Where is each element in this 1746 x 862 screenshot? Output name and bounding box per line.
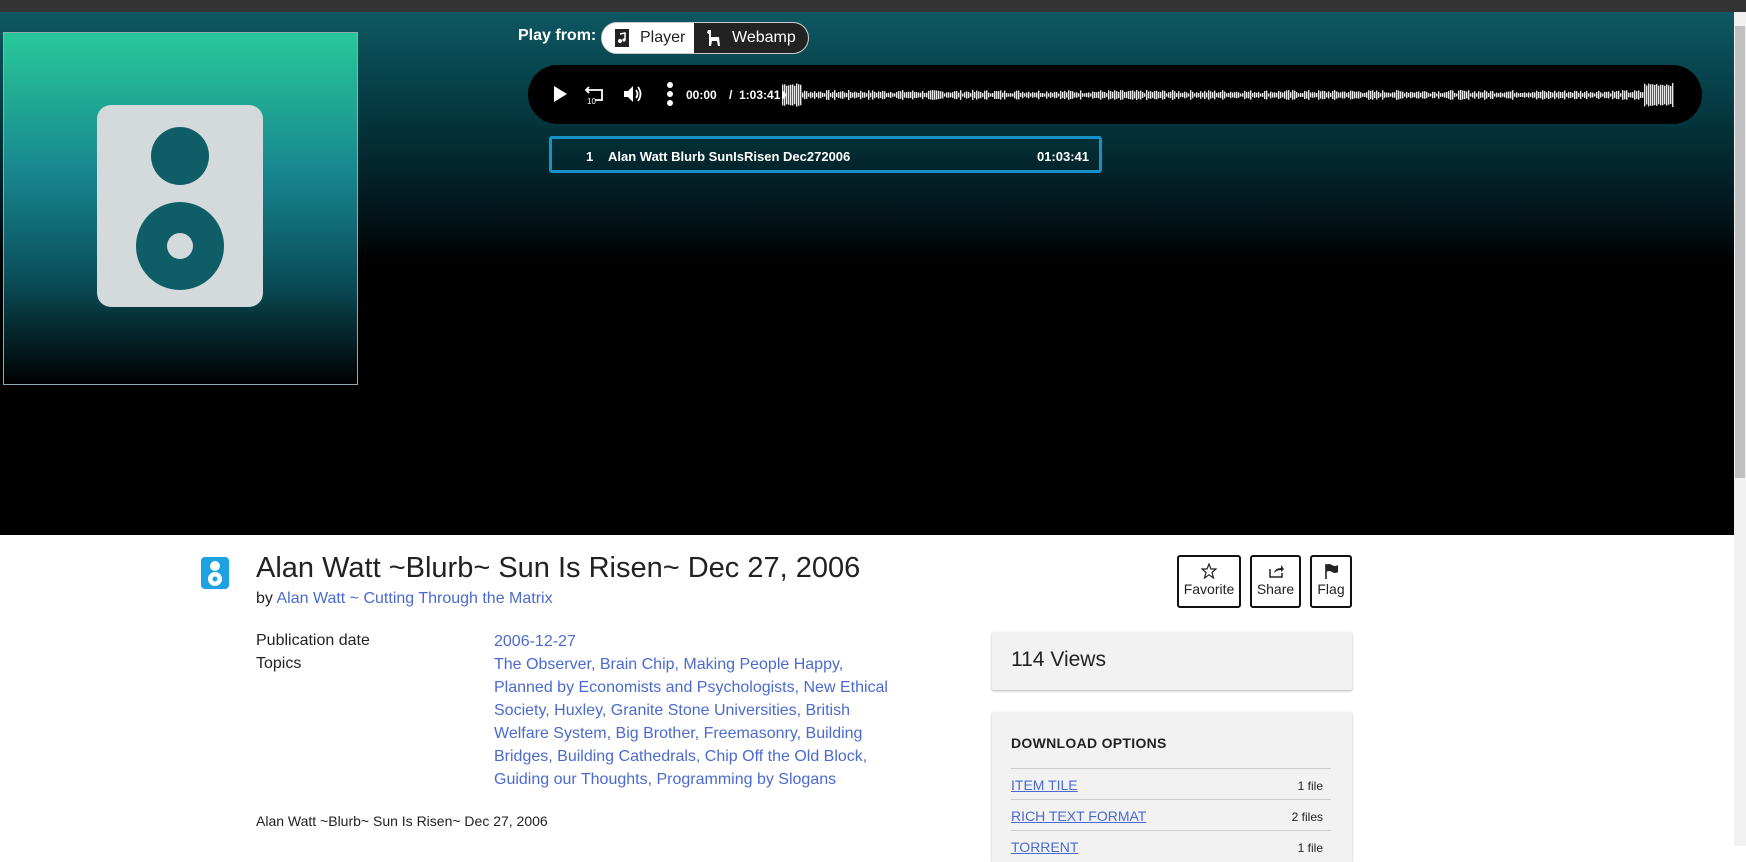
download-file-count: 2 files <box>1291 810 1323 824</box>
topic-link[interactable]: Chip Off the Old Block <box>705 748 863 765</box>
views-box: 114 Views <box>992 632 1352 690</box>
download-options-header: DOWNLOAD OPTIONS <box>1011 735 1167 751</box>
music-file-icon <box>615 29 629 47</box>
publication-date-label: Publication date <box>256 632 370 649</box>
share-label: Share <box>1256 581 1295 597</box>
download-file-count: 1 file <box>1297 779 1323 793</box>
more-options-icon[interactable] <box>666 81 674 107</box>
share-button[interactable]: Share <box>1250 555 1301 608</box>
topics-list: The Observer, Brain Chip, Making People … <box>494 656 888 788</box>
flag-label: Flag <box>1317 581 1345 597</box>
audio-item-icon <box>201 557 229 589</box>
share-icon <box>1268 565 1284 578</box>
download-row[interactable]: ITEM TILE 1 file <box>1011 768 1331 799</box>
waveform-scrubber[interactable] <box>782 70 1674 120</box>
track-duration: 01:03:41 <box>1036 149 1089 164</box>
views-count: 114 Views <box>1011 648 1106 671</box>
topic-link[interactable]: Granite Stone Universities <box>611 702 797 719</box>
playlist-track[interactable]: 1 Alan Watt Blurb SunIsRisen Dec272006 0… <box>549 136 1102 173</box>
item-description: Alan Watt ~Blurb~ Sun Is Risen~ Dec 27, … <box>256 813 548 829</box>
player-option-label: Player <box>640 29 686 46</box>
topic-link[interactable]: Huxley <box>554 702 602 719</box>
track-name: Alan Watt Blurb SunIsRisen Dec272006 <box>608 149 851 164</box>
total-time: 1:03:41 <box>739 88 781 102</box>
webamp-option-label: Webamp <box>732 29 796 46</box>
item-title: Alan Watt ~Blurb~ Sun Is Risen~ Dec 27, … <box>256 552 861 584</box>
topic-link[interactable]: Brain Chip <box>600 656 675 673</box>
topic-link[interactable]: Guiding our Thoughts <box>494 771 648 788</box>
flag-icon <box>1325 564 1338 579</box>
favorite-label: Favorite <box>1183 581 1235 597</box>
download-format-link[interactable]: ITEM TILE <box>1011 777 1078 793</box>
play-from-label: Play from: <box>518 27 597 44</box>
topic-link[interactable]: Big Brother <box>616 725 695 742</box>
download-format-link[interactable]: TORRENT <box>1011 839 1078 855</box>
player-option[interactable]: Player <box>602 23 694 53</box>
topics-label: Topics <box>256 655 302 672</box>
favorite-button[interactable]: Favorite <box>1177 555 1241 608</box>
playhead-handle[interactable] <box>782 91 786 99</box>
time-separator: / <box>729 88 733 102</box>
creator-link[interactable]: Alan Watt ~ Cutting Through the Matrix <box>276 590 552 607</box>
audio-cover-art <box>3 32 358 385</box>
publication-date-link[interactable]: 2006-12-27 <box>494 633 576 650</box>
svg-text:10: 10 <box>587 97 596 105</box>
llama-icon <box>707 30 720 46</box>
webamp-option[interactable]: Webamp <box>694 23 808 53</box>
topic-link[interactable]: The Observer <box>494 656 591 673</box>
download-format-link[interactable]: RICH TEXT FORMAT <box>1011 808 1146 824</box>
flag-button[interactable]: Flag <box>1310 555 1352 608</box>
topic-link[interactable]: Programming by Slogans <box>656 771 836 788</box>
topic-link[interactable]: Planned by Economists and Psychologists <box>494 679 795 696</box>
by-label: by <box>256 590 273 607</box>
play-icon[interactable] <box>550 84 570 104</box>
download-row[interactable]: RICH TEXT FORMAT 2 files <box>1011 799 1331 830</box>
topic-link[interactable]: Building Cathedrals <box>557 748 696 765</box>
scrollbar-thumb[interactable] <box>1735 26 1745 478</box>
volume-icon[interactable] <box>622 84 644 104</box>
browser-top-bar <box>0 0 1746 12</box>
publication-date-value[interactable]: 2006-12-27 <box>494 630 576 653</box>
page-scrollbar[interactable] <box>1734 12 1746 846</box>
rewind-10-icon[interactable]: 10 <box>584 83 606 105</box>
download-file-count: 1 file <box>1297 841 1323 855</box>
item-byline: by Alan Watt ~ Cutting Through the Matri… <box>256 590 553 608</box>
track-number: 1 <box>586 149 594 164</box>
current-time: 00:00 <box>686 88 717 102</box>
topic-link[interactable]: Making People Happy <box>683 656 838 673</box>
play-from-switch[interactable]: Player Webamp <box>601 22 809 54</box>
topic-link[interactable]: Freemasonry <box>704 725 797 742</box>
download-options-panel: DOWNLOAD OPTIONS ITEM TILE 1 file RICH T… <box>992 712 1352 862</box>
speaker-icon <box>97 105 263 307</box>
star-icon <box>1201 563 1217 579</box>
